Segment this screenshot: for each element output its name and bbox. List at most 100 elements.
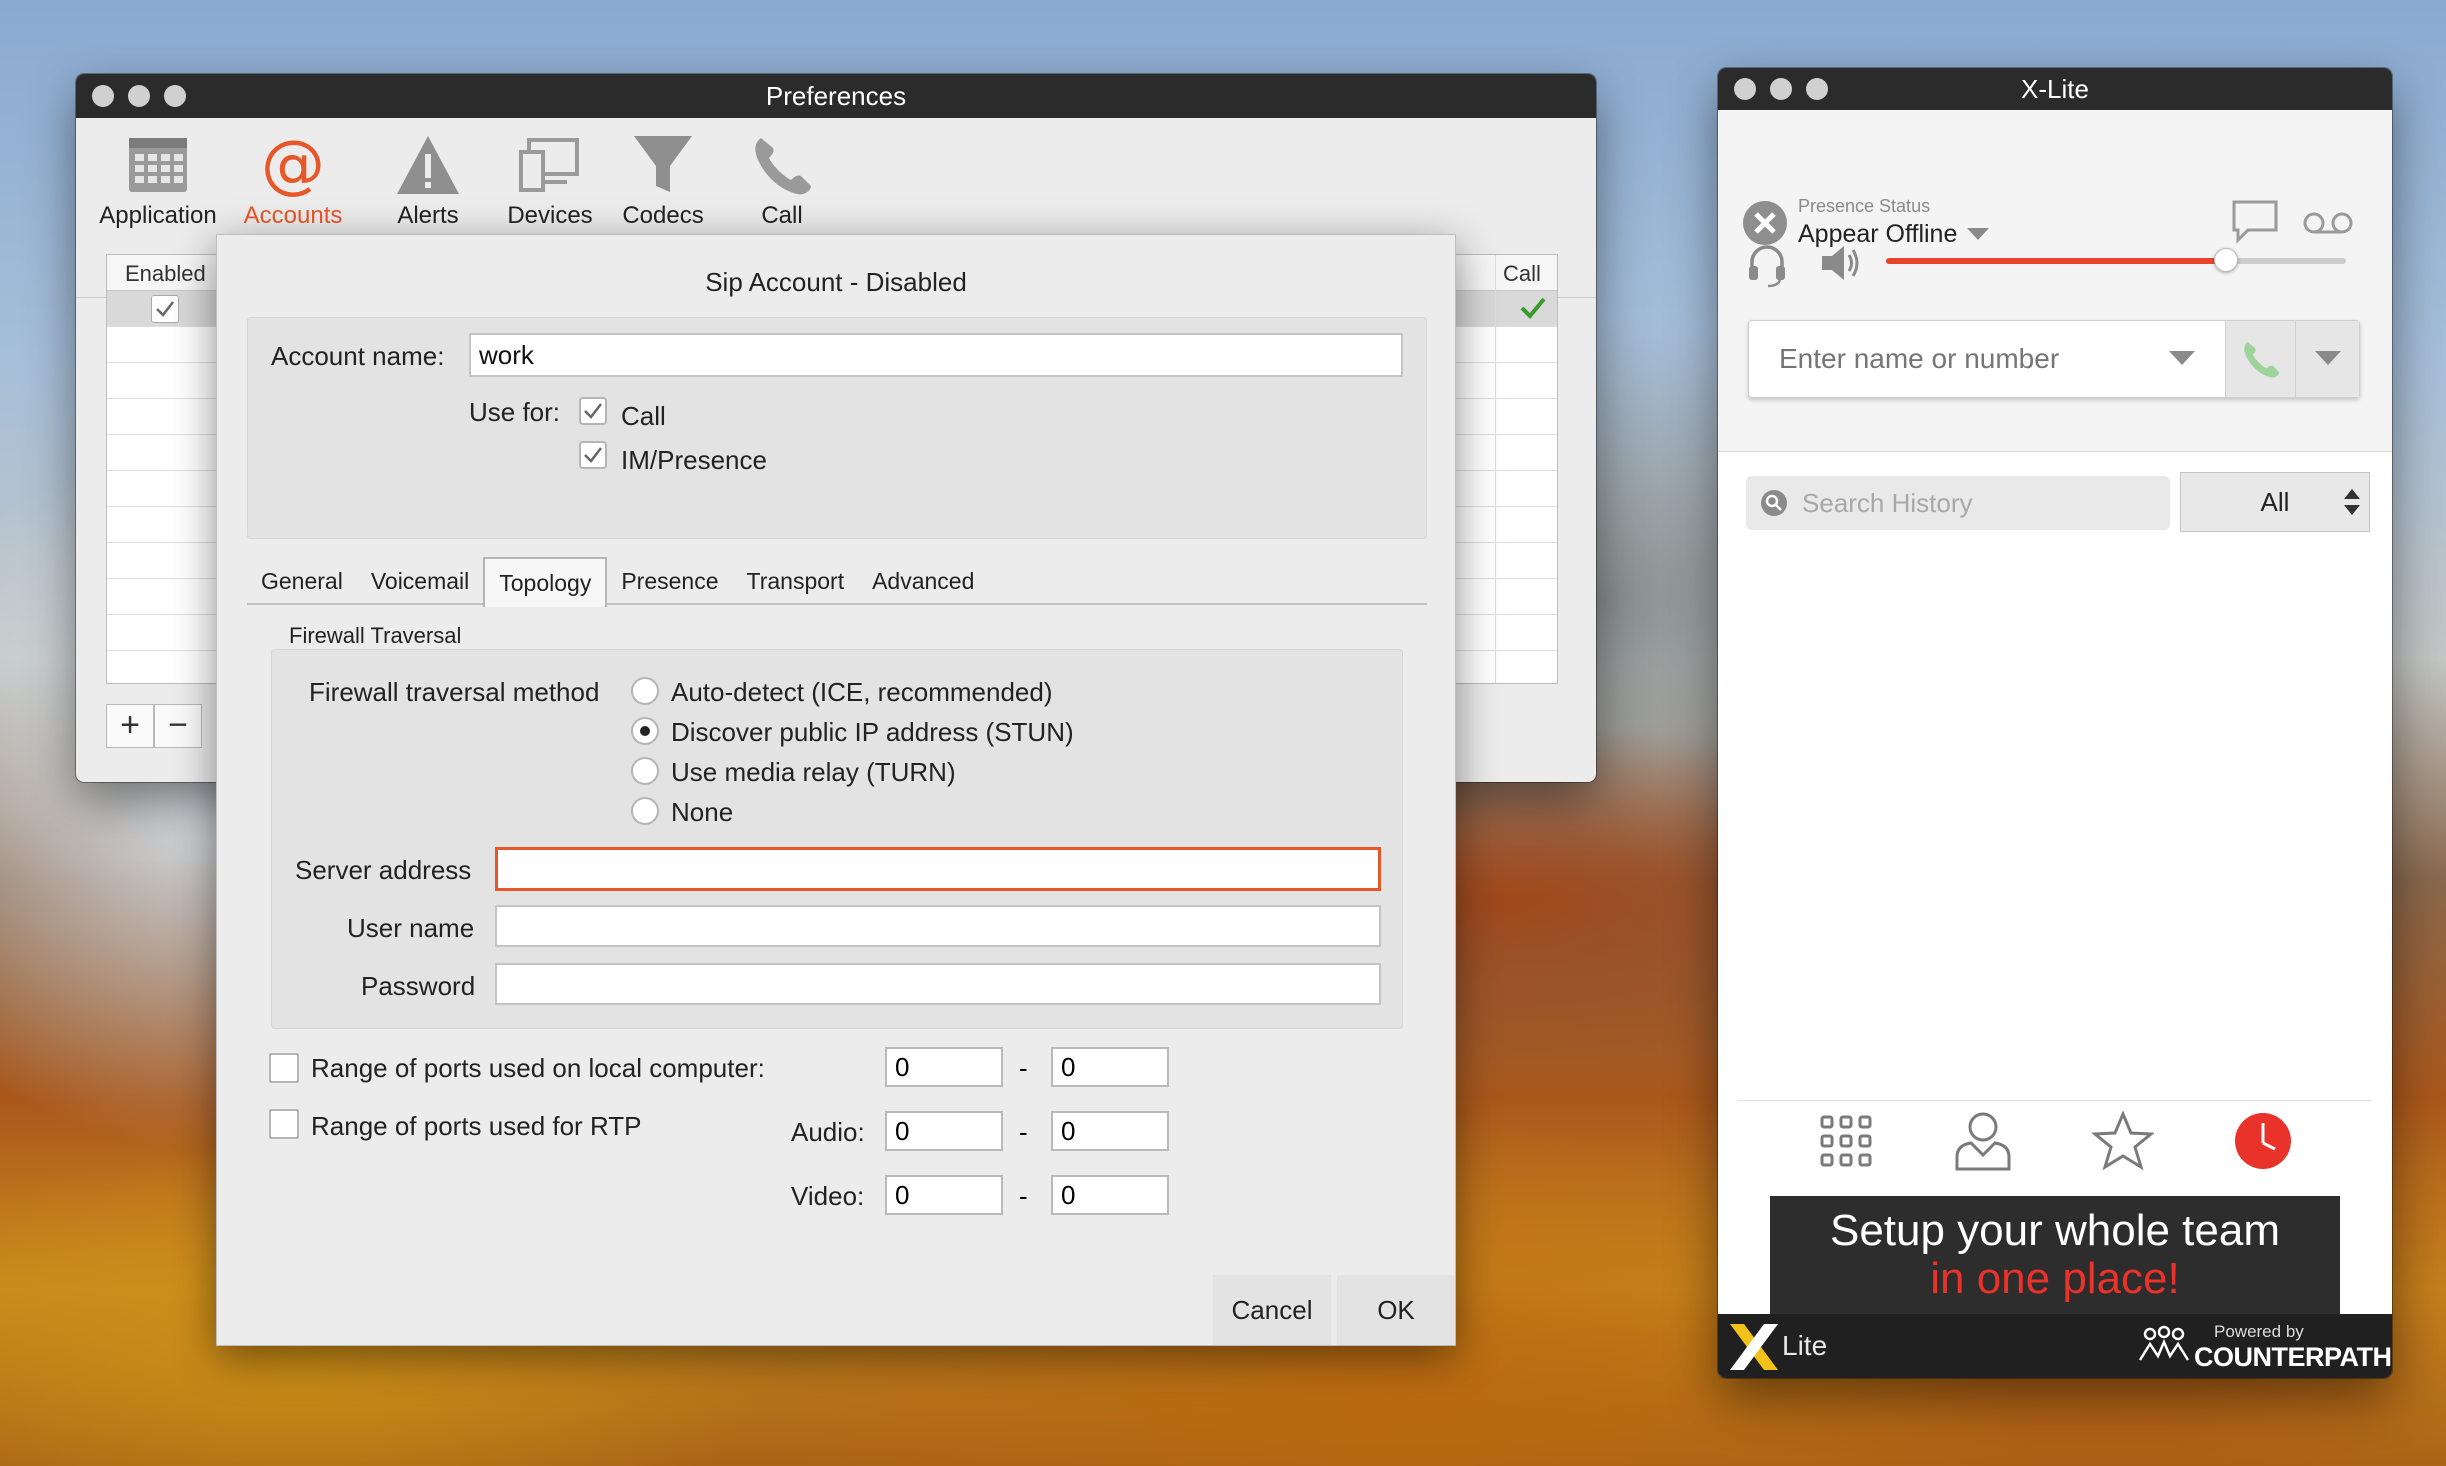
window-title: Preferences (765, 80, 907, 111)
video-port-end-field[interactable]: 0 (1051, 1175, 1169, 1215)
window-title: X-Lite (2021, 73, 2089, 104)
sip-account-sheet: Sip Account - Disabled Account name: wor… (216, 234, 1456, 1346)
counterpath-brand: COUNTERPATH (2194, 1342, 2392, 1372)
chevron-down-icon (2314, 351, 2341, 365)
method-ice-label: Auto-detect (ICE, recommended) (671, 677, 1053, 707)
method-stun-radio[interactable] (631, 717, 659, 745)
cancel-button[interactable]: Cancel (1213, 1275, 1331, 1345)
local-port-start-field[interactable]: 0 (885, 1047, 1003, 1087)
search-history-placeholder: Search History (1802, 487, 1973, 518)
video-label: Video: (791, 1181, 865, 1211)
favorites-star-icon[interactable] (2091, 1110, 2154, 1171)
tab-presence[interactable]: Presence (607, 557, 732, 605)
search-history-box[interactable]: Search History (1746, 476, 2170, 530)
zoom-window-button[interactable] (164, 85, 186, 107)
account-name-field[interactable]: work (469, 333, 1403, 377)
call-options-button[interactable] (2295, 321, 2359, 397)
xlite-x-logo (1730, 1324, 1778, 1370)
search-icon (1761, 490, 1787, 516)
local-ports-label: Range of ports used on local computer: (311, 1053, 765, 1083)
use-for-im-checkbox[interactable] (579, 441, 607, 469)
user-name-field[interactable] (495, 905, 1381, 947)
server-address-label: Server address (295, 855, 472, 885)
call-enabled-checkmark-icon (1519, 295, 1547, 326)
tab-voicemail[interactable]: Voicemail (357, 557, 483, 605)
warning-triangle-icon (397, 136, 459, 194)
use-for-label: Use for: (469, 397, 561, 427)
history-clock-icon[interactable] (2233, 1111, 2293, 1171)
close-window-button[interactable] (92, 85, 114, 107)
close-window-button[interactable] (1734, 78, 1756, 100)
call-button[interactable] (2225, 321, 2295, 397)
audio-label: Audio: (791, 1117, 865, 1147)
toolbar-label: Accounts (243, 202, 343, 229)
checkmark-icon (584, 403, 602, 419)
method-none-label: None (671, 797, 734, 827)
firewall-section-title: Firewall Traversal (289, 623, 462, 648)
xlite-titlebar[interactable]: X-Lite (1718, 68, 2392, 110)
at-sign-icon: @ (261, 130, 325, 200)
minimize-window-button[interactable] (1770, 78, 1792, 100)
minimize-window-button[interactable] (128, 85, 150, 107)
xlite-top-panel: Presence Status Appear Offline (1718, 110, 2392, 452)
history-filter-value: All (2260, 486, 2290, 517)
enabled-checkmark-icon[interactable] (151, 295, 179, 323)
speaker-icon[interactable] (1818, 242, 1862, 284)
column-enabled[interactable]: Enabled (125, 261, 206, 287)
presence-status-label: Presence Status (1798, 196, 1931, 216)
ok-button[interactable]: OK (1337, 1275, 1455, 1345)
history-filter-select[interactable]: All (2180, 472, 2370, 532)
preferences-titlebar[interactable]: Preferences (76, 74, 1596, 118)
toolbar-label: Devices (507, 202, 593, 229)
voicemail-icon[interactable] (2302, 210, 2354, 236)
window-controls (1734, 78, 1828, 100)
audio-port-end-field[interactable]: 0 (1051, 1111, 1169, 1151)
tab-transport[interactable]: Transport (733, 557, 859, 605)
dialpad-icon[interactable] (1818, 1113, 1874, 1169)
local-ports-checkbox[interactable] (269, 1053, 299, 1083)
method-turn-radio[interactable] (631, 757, 659, 785)
server-address-field[interactable] (495, 847, 1381, 891)
method-none-radio[interactable] (631, 797, 659, 825)
xlite-window: X-Lite Presence Status Appear Offline En… (1718, 68, 2392, 1378)
dial-history-dropdown-icon[interactable] (2169, 351, 2195, 367)
dial-box (1748, 320, 2360, 398)
method-ice-radio[interactable] (631, 677, 659, 705)
counterpath-people-icon (2138, 1325, 2190, 1361)
use-for-call-checkbox[interactable] (579, 397, 607, 425)
zoom-window-button[interactable] (1806, 78, 1828, 100)
local-port-end-field[interactable]: 0 (1051, 1047, 1169, 1087)
audio-port-start-field[interactable]: 0 (885, 1111, 1003, 1151)
presence-offline-icon[interactable] (1742, 200, 1788, 246)
method-turn-label: Use media relay (TURN) (671, 757, 956, 787)
range-dash: - (1019, 1181, 1028, 1211)
volume-slider[interactable] (1886, 248, 2346, 272)
xlite-bottom-nav (1738, 1100, 2372, 1180)
svg-text:@: @ (261, 130, 325, 200)
firewall-method-label: Firewall traversal method (309, 677, 600, 707)
dial-input[interactable] (1749, 321, 2189, 397)
password-label: Password (361, 971, 476, 1001)
password-field[interactable] (495, 963, 1381, 1005)
funnel-icon (634, 136, 692, 192)
promo-banner[interactable]: Setup your whole team in one place! (1770, 1196, 2340, 1316)
use-for-im-label: IM/Presence (621, 445, 767, 475)
updown-arrows-icon (2344, 489, 2360, 515)
powered-by-label: Powered by (2214, 1322, 2304, 1341)
account-tabs: General Voicemail Topology Presence Tran… (247, 557, 1427, 607)
remove-account-button[interactable]: − (154, 704, 202, 748)
chat-bubble-icon[interactable] (2230, 198, 2280, 244)
tab-topology[interactable]: Topology (483, 557, 608, 607)
tab-general[interactable]: General (247, 557, 357, 605)
tab-advanced[interactable]: Advanced (858, 557, 988, 605)
volume-slider-knob[interactable] (2214, 248, 2239, 272)
user-name-label: User name (347, 913, 475, 943)
column-call[interactable]: Call (1503, 261, 1541, 287)
video-port-start-field[interactable]: 0 (885, 1175, 1003, 1215)
add-account-button[interactable]: + (106, 704, 154, 748)
calendar-grid-icon (129, 138, 187, 192)
contacts-icon[interactable] (1953, 1109, 2013, 1173)
rtp-ports-checkbox[interactable] (269, 1109, 299, 1139)
rtp-ports-label: Range of ports used for RTP (311, 1111, 642, 1141)
headset-icon[interactable] (1746, 242, 1788, 288)
